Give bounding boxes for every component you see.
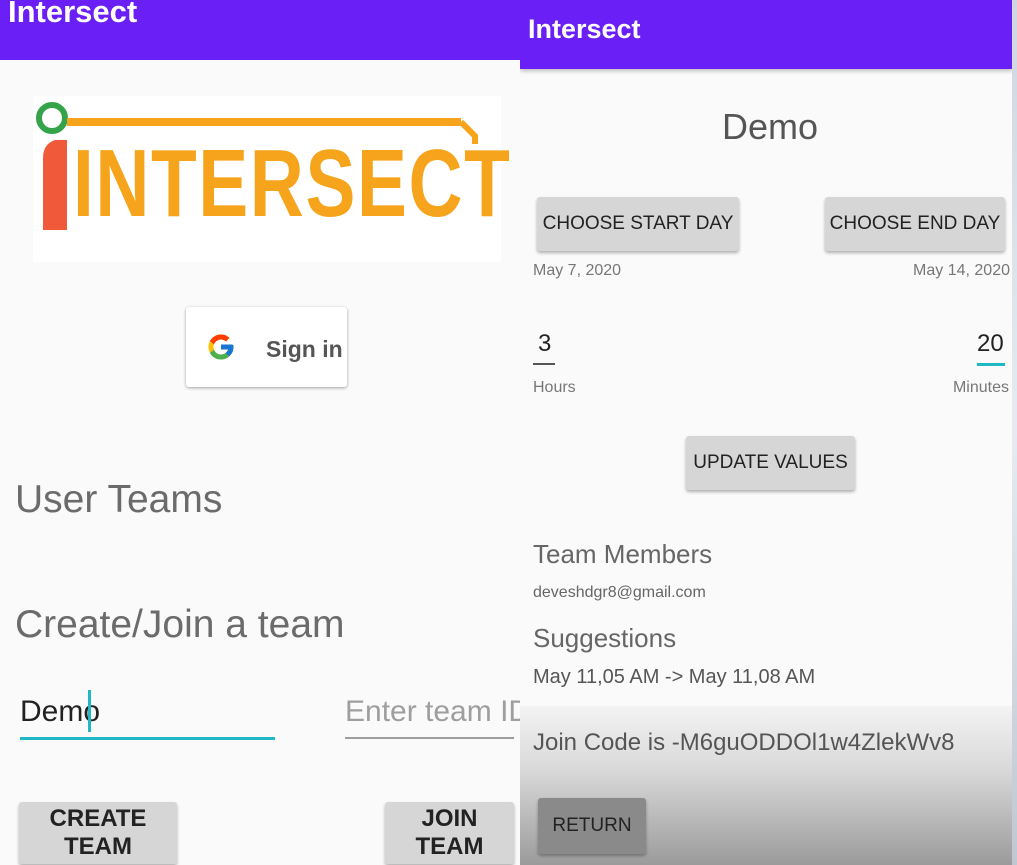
create-join-heading: Create/Join a team	[15, 603, 345, 646]
return-button[interactable]: RETURN	[538, 798, 646, 854]
minutes-label: Minutes	[952, 379, 1009, 396]
choose-end-day-button[interactable]: CHOOSE END DAY	[825, 197, 1005, 251]
update-values-button[interactable]: UPDATE VALUES	[686, 436, 855, 490]
member-email: deveshdgr8@gmail.com	[533, 584, 706, 601]
intersect-logo: INTERSECT	[33, 96, 510, 262]
team-id-underline	[345, 737, 514, 739]
frame-edge	[1012, 0, 1017, 865]
logo-text: INTERSECT	[73, 130, 512, 237]
hours-value: 3	[538, 330, 552, 357]
team-title: Demo	[721, 106, 819, 147]
app-bar: Intersect	[0, 0, 520, 60]
team-id-field[interactable]: Enter team ID:	[345, 690, 520, 742]
minutes-value: 20	[977, 330, 1004, 357]
app-title: Intersect	[528, 14, 641, 44]
google-signin-button[interactable]: Sign in	[186, 307, 347, 387]
team-name-field[interactable]: Demo	[20, 690, 275, 742]
team-id-placeholder: Enter team ID:	[345, 695, 520, 728]
google-g-icon	[208, 334, 234, 360]
minutes-underline	[977, 363, 1005, 366]
join-team-button[interactable]: JOIN TEAM	[385, 802, 514, 864]
signin-label: Sign in	[266, 336, 343, 362]
text-cursor	[88, 690, 91, 732]
user-teams-heading: User Teams	[15, 478, 223, 521]
suggestion-item: May 11,05 AM -> May 11,08 AM	[533, 666, 816, 688]
start-date: May 7, 2020	[533, 262, 622, 279]
app-title: Intersect	[8, 0, 138, 29]
minutes-picker[interactable]: 20	[975, 330, 1007, 366]
team-name-underline	[20, 737, 275, 740]
suggestions-heading: Suggestions	[533, 623, 677, 653]
join-code: Join Code is -M6guODDOl1w4ZlekWv8	[533, 729, 955, 756]
create-team-button[interactable]: CREATE TEAM	[19, 802, 177, 864]
team-members-heading: Team Members	[533, 539, 713, 569]
choose-start-day-button[interactable]: CHOOSE START DAY	[537, 197, 739, 251]
right-screen: Intersect Demo CHOOSE START DAY CHOOSE E…	[520, 0, 1012, 865]
end-date: May 14, 2020	[913, 262, 1010, 279]
hours-underline	[533, 363, 555, 365]
left-screen: Intersect INTERSECT Sign in User Teams C…	[0, 0, 520, 865]
hours-picker[interactable]: 3	[533, 330, 563, 366]
app-bar: Intersect	[520, 0, 1012, 69]
hours-label: Hours	[533, 379, 576, 396]
